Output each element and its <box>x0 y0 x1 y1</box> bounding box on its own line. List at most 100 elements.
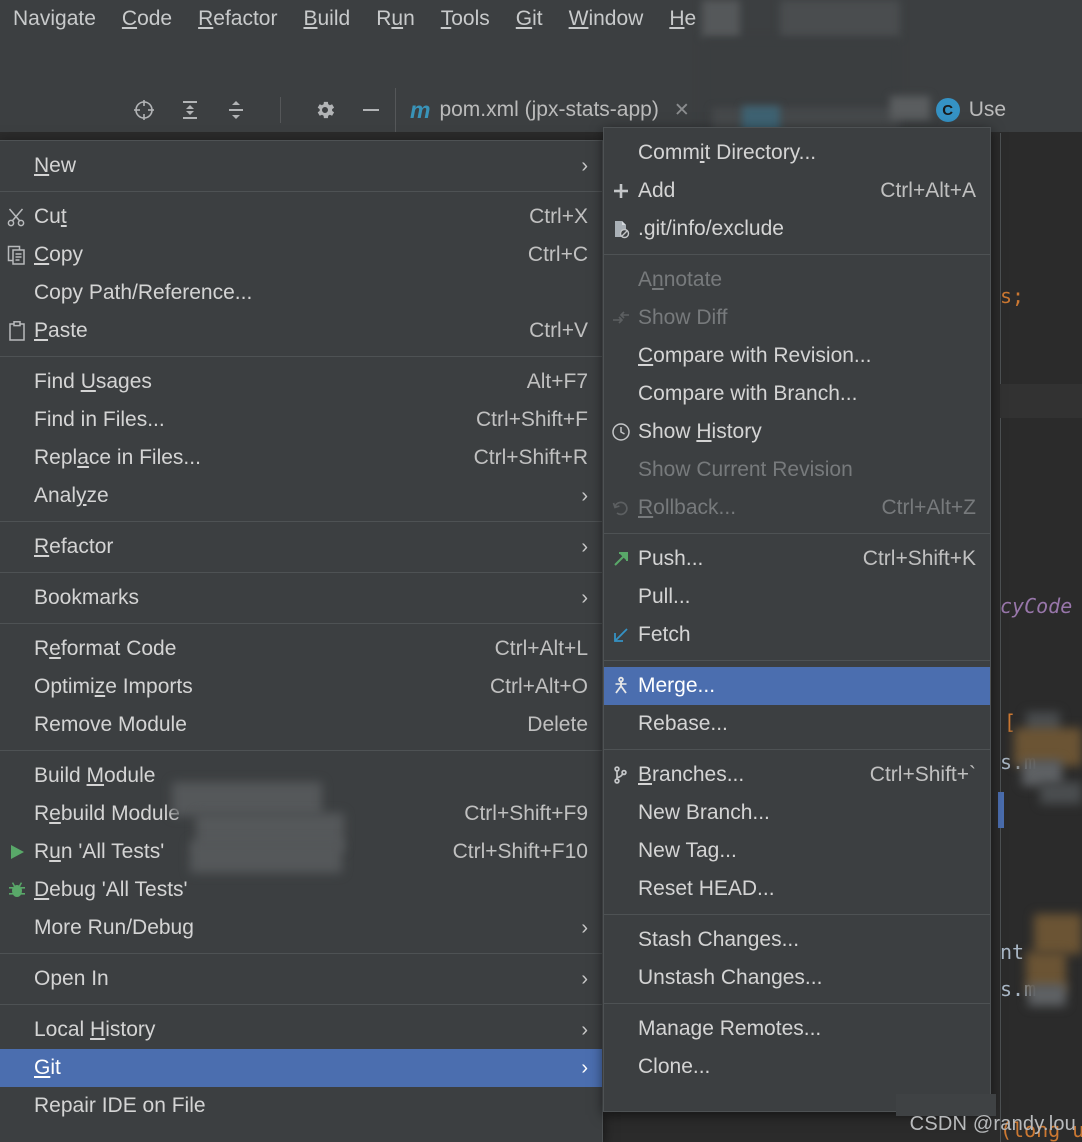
menubar-label: Navigate <box>13 7 96 30</box>
tab-user-class[interactable]: C Use <box>922 88 1016 132</box>
menu-item-compare-with-revision[interactable]: Compare with Revision... <box>604 337 990 375</box>
menu-item-new[interactable]: New › <box>0 147 602 185</box>
breadcrumb-bar <box>0 38 1082 89</box>
menu-item-cut[interactable]: Cut Ctrl+X <box>0 198 602 236</box>
menu-item-find-in-files[interactable]: Find in Files... Ctrl+Shift+F <box>0 401 602 439</box>
menu-item-remove-module[interactable]: Remove Module Delete <box>0 706 602 744</box>
menu-item-git-info-exclude[interactable]: .git/info/exclude <box>604 210 990 248</box>
collapse-all-icon[interactable] <box>224 98 248 122</box>
menu-item-clone[interactable]: Clone... <box>604 1048 990 1086</box>
menu-item-copy[interactable]: Copy Ctrl+C <box>0 236 602 274</box>
menu-separator <box>604 533 990 534</box>
menu-item-reset-head[interactable]: Reset HEAD... <box>604 870 990 908</box>
menubar-item-code[interactable]: Code <box>109 0 185 38</box>
menu-item-label: Paste <box>34 319 88 342</box>
menubar-item-build[interactable]: Build <box>290 0 363 38</box>
menu-item-shortcut: Ctrl+X <box>529 205 588 228</box>
menu-item-new-tag[interactable]: New Tag... <box>604 832 990 870</box>
run-icon <box>0 842 34 862</box>
push-icon <box>604 549 638 569</box>
menu-item-label: Unstash Changes... <box>638 966 823 989</box>
menubar-item-refactor[interactable]: Refactor <box>185 0 290 38</box>
menu-item-rollback[interactable]: Rollback... Ctrl+Alt+Z <box>604 489 990 527</box>
menu-item-optimize-imports[interactable]: Optimize Imports Ctrl+Alt+O <box>0 668 602 706</box>
tab-pom-xml[interactable]: m pom.xml (jpx-stats-app) ✕ <box>396 88 700 132</box>
menu-item-show-history[interactable]: Show History <box>604 413 990 451</box>
git-submenu[interactable]: Commit Directory... Add Ctrl+Alt+A .git/… <box>603 127 991 1112</box>
close-icon[interactable]: ✕ <box>674 99 690 122</box>
menu-item-label: Local History <box>34 1018 156 1041</box>
menu-item-label: Stash Changes... <box>638 928 800 951</box>
tab-label: Use <box>968 98 1007 121</box>
menu-item-push[interactable]: Push... Ctrl+Shift+K <box>604 540 990 578</box>
menu-item-label: Refactor <box>34 535 114 558</box>
menu-item-copy-path-reference[interactable]: Copy Path/Reference... <box>0 274 602 312</box>
menu-item-label: Reset HEAD... <box>638 877 775 900</box>
menu-item-label: Pull... <box>638 585 691 608</box>
menu-item-label: Git <box>34 1056 61 1079</box>
menu-separator <box>0 1004 602 1005</box>
chevron-right-icon: › <box>581 535 588 558</box>
menu-item-label: Build Module <box>34 764 156 787</box>
menu-item-more-run-debug[interactable]: More Run/Debug › <box>0 909 602 947</box>
locate-icon[interactable] <box>132 98 156 122</box>
menubar-item-navigate[interactable]: Navigate <box>0 0 109 38</box>
menu-item-shortcut: Ctrl+Shift+` <box>869 763 976 786</box>
menu-separator <box>0 623 602 624</box>
settings-icon[interactable] <box>313 98 337 122</box>
menu-item-debug-all-tests[interactable]: Debug 'All Tests' <box>0 871 602 909</box>
menu-item-commit-directory[interactable]: Commit Directory... <box>604 134 990 172</box>
chevron-right-icon: › <box>581 586 588 609</box>
menu-item-add[interactable]: Add Ctrl+Alt+A <box>604 172 990 210</box>
menu-item-fetch[interactable]: Fetch <box>604 616 990 654</box>
menu-item-refactor[interactable]: Refactor › <box>0 528 602 566</box>
expand-all-icon[interactable] <box>178 98 202 122</box>
menu-item-rebase[interactable]: Rebase... <box>604 705 990 743</box>
menu-separator <box>0 572 602 573</box>
menu-item-analyze[interactable]: Analyze › <box>0 477 602 515</box>
menu-item-git[interactable]: Git › <box>0 1049 602 1087</box>
menu-item-shortcut: Ctrl+Alt+A <box>880 179 976 202</box>
menu-item-label: Show History <box>638 420 762 443</box>
menu-item-show-current-revision[interactable]: Show Current Revision <box>604 451 990 489</box>
menu-item-show-diff[interactable]: Show Diff <box>604 299 990 337</box>
menu-item-reformat-code[interactable]: Reformat Code Ctrl+Alt+L <box>0 630 602 668</box>
menu-item-bookmarks[interactable]: Bookmarks › <box>0 579 602 617</box>
menubar-item-window[interactable]: Window <box>556 0 657 38</box>
menubar-item-git[interactable]: Git <box>503 0 556 38</box>
menu-item-local-history[interactable]: Local History › <box>0 1011 602 1049</box>
merge-icon <box>604 676 638 696</box>
menu-item-stash-changes[interactable]: Stash Changes... <box>604 921 990 959</box>
paste-icon <box>0 320 34 342</box>
menu-item-shortcut: Ctrl+Alt+O <box>489 675 588 698</box>
menu-item-merge[interactable]: Merge... <box>604 667 990 705</box>
menu-item-paste[interactable]: Paste Ctrl+V <box>0 312 602 350</box>
menu-item-new-branch[interactable]: New Branch... <box>604 794 990 832</box>
menu-item-open-in[interactable]: Open In › <box>0 960 602 998</box>
chevron-right-icon: › <box>581 967 588 990</box>
menu-item-label: Push... <box>638 547 704 570</box>
redacted-block <box>172 782 322 816</box>
menu-item-replace-in-files[interactable]: Replace in Files... Ctrl+Shift+R <box>0 439 602 477</box>
file-context-menu[interactable]: New › Cut Ctrl+X Copy Ctrl+C Copy Path/R… <box>0 140 603 1142</box>
menu-item-repair-ide-on-file[interactable]: Repair IDE on File <box>0 1087 602 1125</box>
redacted-block <box>702 0 740 38</box>
menu-item-label: Rebuild Module <box>34 802 180 825</box>
menu-item-manage-remotes[interactable]: Manage Remotes... <box>604 1010 990 1048</box>
menubar-item-run[interactable]: Run <box>363 0 428 38</box>
hide-icon[interactable] <box>359 98 383 122</box>
menu-item-annotate[interactable]: Annotate <box>604 261 990 299</box>
menu-separator <box>604 914 990 915</box>
chevron-right-icon: › <box>581 484 588 507</box>
menu-item-label: Open In <box>34 967 109 990</box>
menu-item-label: Rebase... <box>638 712 728 735</box>
toolbar-divider <box>280 97 281 123</box>
menu-item-unstash-changes[interactable]: Unstash Changes... <box>604 959 990 997</box>
menubar-item-tools[interactable]: Tools <box>428 0 503 38</box>
menu-item-find-usages[interactable]: Find Usages Alt+F7 <box>0 363 602 401</box>
menu-item-pull[interactable]: Pull... <box>604 578 990 616</box>
menu-item-compare-with-branch[interactable]: Compare with Branch... <box>604 375 990 413</box>
menu-item-branches[interactable]: Branches... Ctrl+Shift+` <box>604 756 990 794</box>
menu-item-label: Debug 'All Tests' <box>34 878 188 901</box>
chevron-right-icon: › <box>581 1018 588 1041</box>
